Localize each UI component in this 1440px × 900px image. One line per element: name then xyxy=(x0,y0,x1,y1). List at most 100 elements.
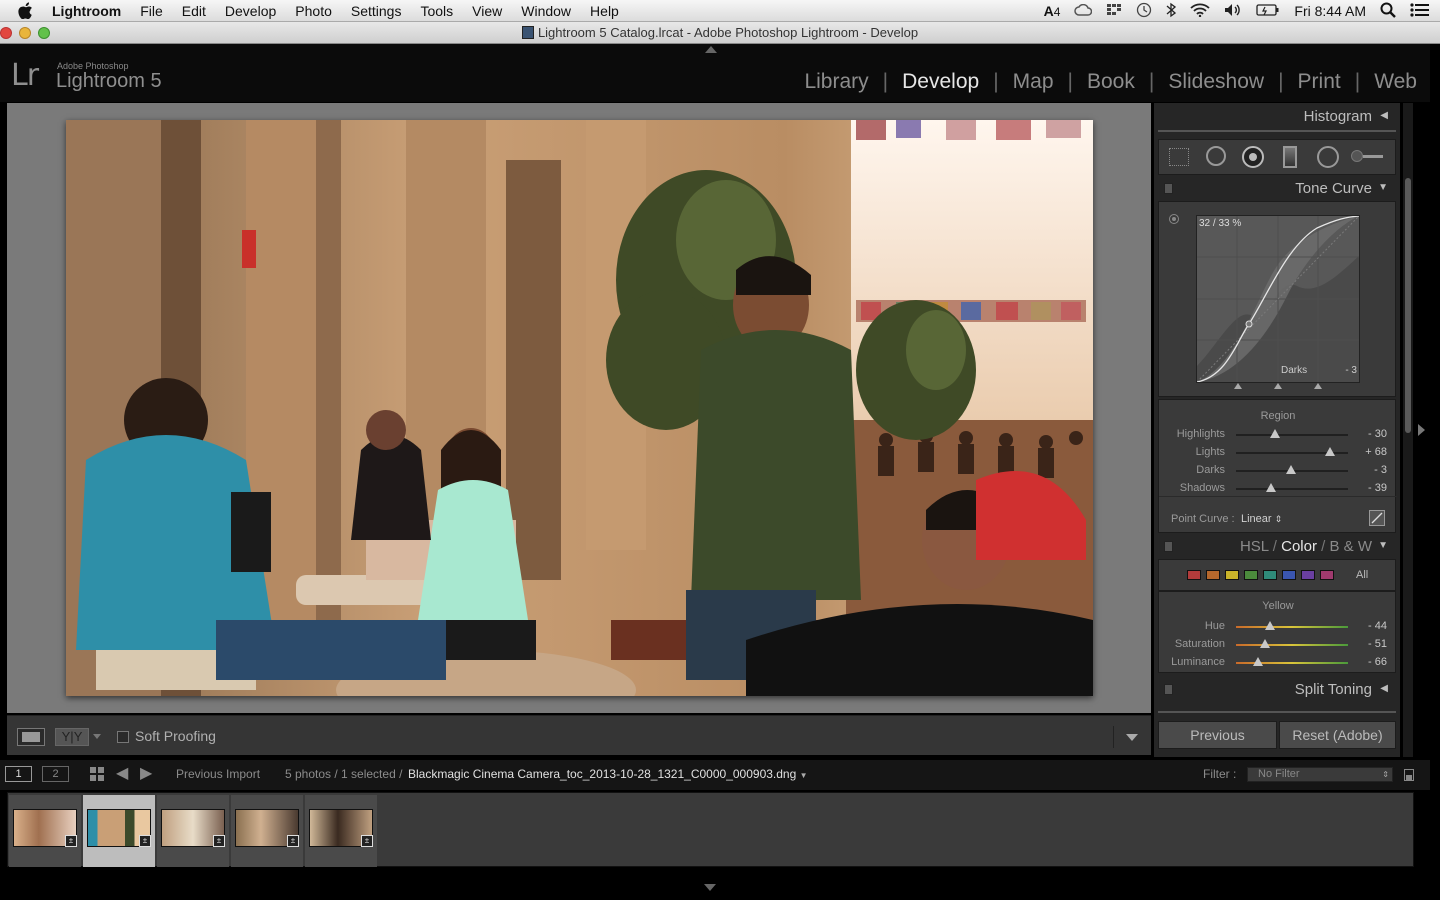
slider-hue[interactable]: Hue - 44 xyxy=(1159,618,1397,636)
right-panel-toggle-icon[interactable] xyxy=(1418,424,1425,436)
slider-value[interactable]: - 30 xyxy=(1359,428,1387,440)
spotlight-search-icon[interactable] xyxy=(1380,2,1396,21)
slider-thumb[interactable] xyxy=(1260,639,1271,648)
develop-photo-preview[interactable] xyxy=(66,120,1093,696)
collapse-filmstrip-icon[interactable] xyxy=(704,884,716,891)
color-swatch-6[interactable] xyxy=(1301,570,1315,580)
slider-lights[interactable]: Lights + 68 xyxy=(1159,444,1397,462)
module-library[interactable]: Library xyxy=(790,70,882,94)
adjustment-brush-tool-icon[interactable] xyxy=(1351,150,1385,162)
swatch-all[interactable]: All xyxy=(1356,569,1368,581)
right-panel-scrollbar[interactable] xyxy=(1403,103,1413,757)
slider-thumb[interactable] xyxy=(1285,465,1296,474)
volume-icon[interactable] xyxy=(1224,3,1242,20)
slider-track[interactable] xyxy=(1236,488,1348,490)
module-develop[interactable]: Develop xyxy=(888,70,993,94)
before-after-dropdown-icon[interactable] xyxy=(93,734,101,739)
time-machine-icon[interactable] xyxy=(1136,2,1152,21)
soft-proofing-checkbox[interactable] xyxy=(117,731,129,743)
menu-file[interactable]: File xyxy=(140,3,163,19)
radial-filter-tool-icon[interactable] xyxy=(1317,146,1339,168)
menu-settings[interactable]: Settings xyxy=(351,3,402,19)
split-point-2-handle[interactable] xyxy=(1274,383,1282,389)
tab-bw[interactable]: B & W xyxy=(1329,538,1372,555)
tone-curve-graph[interactable]: 32 / 33 % Darks - 3 xyxy=(1196,215,1360,383)
forward-arrow-icon[interactable]: ▶ xyxy=(140,766,152,782)
before-after-button[interactable]: Y|Y xyxy=(55,728,89,746)
tab-color[interactable]: Color xyxy=(1281,538,1317,555)
slider-saturation[interactable]: Saturation - 51 xyxy=(1159,636,1397,654)
slider-track[interactable] xyxy=(1236,644,1348,646)
red-eye-tool-icon[interactable] xyxy=(1242,146,1264,168)
slider-thumb[interactable] xyxy=(1270,429,1281,438)
scrollbar-thumb[interactable] xyxy=(1405,178,1411,433)
menu-app-name[interactable]: Lightroom xyxy=(52,3,121,19)
module-map[interactable]: Map xyxy=(999,70,1068,94)
slider-highlights[interactable]: Highlights - 30 xyxy=(1159,426,1397,444)
crop-overlay-tool-icon[interactable] xyxy=(1169,148,1189,166)
wifi-icon[interactable] xyxy=(1190,3,1211,20)
reset-button[interactable]: Reset (Adobe) xyxy=(1279,721,1396,749)
main-screen-button[interactable]: 1 xyxy=(5,766,32,782)
battery-icon[interactable] xyxy=(1256,3,1280,20)
slider-track[interactable] xyxy=(1236,626,1348,628)
panel-toggle-switch[interactable] xyxy=(1164,183,1173,194)
menu-edit[interactable]: Edit xyxy=(182,3,206,19)
split-toning-panel-header[interactable]: Split Toning ◀ xyxy=(1158,676,1396,704)
menu-tools[interactable]: Tools xyxy=(420,3,453,19)
selected-filename[interactable]: Blackmagic Cinema Camera_toc_2013-10-28_… xyxy=(408,767,808,781)
slider-value[interactable]: - 39 xyxy=(1359,482,1387,494)
point-curve-edit-button[interactable] xyxy=(1369,510,1385,526)
grid-view-icon[interactable] xyxy=(90,767,104,781)
module-slideshow[interactable]: Slideshow xyxy=(1154,70,1278,94)
slider-value[interactable]: - 44 xyxy=(1359,620,1387,632)
slider-value[interactable]: + 68 xyxy=(1359,446,1387,458)
panel-toggle-switch[interactable] xyxy=(1164,541,1173,552)
module-web[interactable]: Web xyxy=(1360,70,1420,94)
filmstrip-thumbnail-selected[interactable]: ± xyxy=(83,795,155,867)
slider-value[interactable]: - 51 xyxy=(1359,638,1387,650)
color-swatch-2[interactable] xyxy=(1225,570,1239,580)
slider-thumb[interactable] xyxy=(1265,483,1276,492)
slider-value[interactable]: - 66 xyxy=(1359,656,1387,668)
menu-help[interactable]: Help xyxy=(590,3,619,19)
bluetooth-icon[interactable] xyxy=(1166,2,1177,21)
slider-thumb[interactable] xyxy=(1325,447,1336,456)
creative-cloud-icon[interactable] xyxy=(1074,3,1093,19)
collapse-top-panel-icon[interactable] xyxy=(705,46,717,53)
filmstrip-thumbnail[interactable]: ± xyxy=(9,795,81,867)
filter-select[interactable]: No Filter ⇕ xyxy=(1247,767,1393,782)
spot-removal-tool-icon[interactable] xyxy=(1206,146,1226,166)
histogram-panel-header[interactable]: Histogram ◀ xyxy=(1158,103,1396,131)
menubar-clock[interactable]: Fri 8:44 AM xyxy=(1294,3,1366,19)
color-swatch-0[interactable] xyxy=(1187,570,1201,580)
notification-center-icon[interactable] xyxy=(1410,2,1430,21)
split-point-1-handle[interactable] xyxy=(1234,383,1242,389)
targeted-adjustment-icon[interactable] xyxy=(1169,214,1179,224)
point-curve-select[interactable]: Linear ⇕ xyxy=(1241,513,1282,525)
tab-hsl[interactable]: HSL xyxy=(1240,538,1269,555)
slider-thumb[interactable] xyxy=(1264,621,1275,630)
color-swatch-5[interactable] xyxy=(1282,570,1296,580)
loupe-view-button[interactable] xyxy=(17,728,45,746)
previous-button[interactable]: Previous xyxy=(1158,721,1277,749)
apple-icon[interactable] xyxy=(18,2,40,19)
slider-luminance[interactable]: Luminance - 66 xyxy=(1159,654,1397,672)
toolbar-content-menu[interactable] xyxy=(1113,726,1141,748)
slider-track[interactable] xyxy=(1236,434,1348,436)
slider-value[interactable]: - 3 xyxy=(1359,464,1387,476)
adobe-status-icon[interactable]: A4 xyxy=(1044,3,1061,19)
split-point-3-handle[interactable] xyxy=(1314,383,1322,389)
color-swatch-3[interactable] xyxy=(1244,570,1258,580)
filmstrip-thumbnail[interactable]: ± xyxy=(231,795,303,867)
module-book[interactable]: Book xyxy=(1073,70,1149,94)
graduated-filter-tool-icon[interactable] xyxy=(1283,146,1297,168)
color-swatch-4[interactable] xyxy=(1263,570,1277,580)
tone-curve-panel-header[interactable]: Tone Curve ▼ xyxy=(1158,175,1396,203)
menu-develop[interactable]: Develop xyxy=(225,3,276,19)
second-screen-button[interactable]: 2 xyxy=(42,766,69,782)
slider-darks[interactable]: Darks - 3 xyxy=(1159,462,1397,480)
menu-window[interactable]: Window xyxy=(521,3,571,19)
grid-status-icon[interactable] xyxy=(1106,3,1122,20)
module-print[interactable]: Print xyxy=(1284,70,1355,94)
